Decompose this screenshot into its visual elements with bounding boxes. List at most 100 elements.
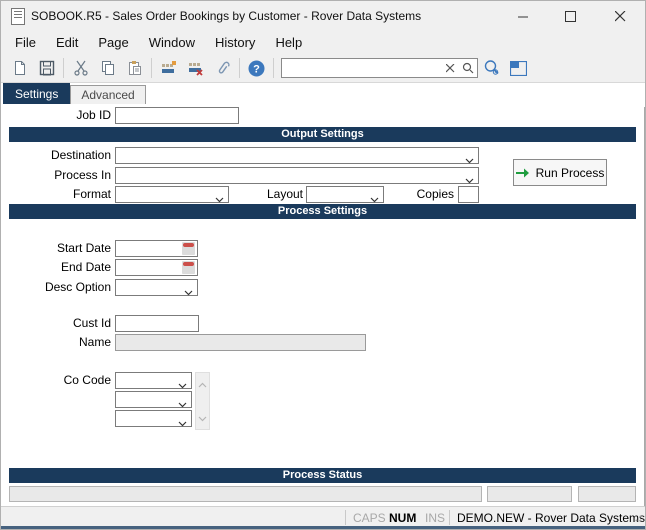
menu-edit[interactable]: Edit: [46, 32, 88, 53]
process-status-field-3: [578, 486, 636, 502]
tab-settings[interactable]: Settings: [3, 83, 71, 104]
new-document-icon: [14, 61, 25, 75]
calendar-icon[interactable]: [182, 261, 195, 274]
help-icon: ?: [248, 60, 265, 76]
connection-info: DEMO.NEW - Rover Data Systems: [457, 511, 646, 525]
attachment-button[interactable]: [209, 56, 236, 80]
maximize-icon: [565, 10, 576, 22]
search-box: [281, 58, 478, 78]
chevron-down-icon: [178, 416, 187, 431]
toolbar: ?: [1, 54, 645, 83]
menu-bar: File Edit Page Window History Help: [1, 31, 645, 54]
statusbar-separator: [449, 510, 450, 525]
client-right-border: [644, 107, 645, 506]
job-id-input[interactable]: [116, 108, 238, 123]
find-view-icon: [484, 60, 499, 75]
search-icon[interactable]: [459, 59, 477, 77]
title-bar: SOBOOK.R5 - Sales Order Bookings by Cust…: [1, 1, 645, 31]
destination-label: Destination: [50, 148, 111, 162]
paste-icon: [128, 61, 141, 75]
resize-grip[interactable]: [633, 513, 642, 527]
process-settings-header: Process Settings: [9, 204, 636, 219]
run-process-label: Run Process: [535, 165, 605, 180]
chevron-down-icon: [184, 285, 193, 300]
cust-id-field[interactable]: [115, 315, 199, 332]
window-bottom-border: [1, 526, 645, 529]
window-panel-button[interactable]: [505, 56, 532, 80]
start-date-label: Start Date: [56, 241, 111, 255]
job-id-field[interactable]: [115, 107, 239, 124]
window-title: SOBOOK.R5 - Sales Order Bookings by Cust…: [31, 9, 422, 23]
job-id-label: Job ID: [76, 108, 111, 122]
process-status-field-main: [9, 486, 482, 502]
delete-record-button[interactable]: [182, 56, 209, 80]
toolbar-separator: [63, 58, 64, 78]
co-code-select-2[interactable]: [115, 391, 192, 408]
new-button[interactable]: [6, 56, 33, 80]
num-indicator: NUM: [389, 511, 417, 525]
chevron-down-icon: [465, 153, 474, 168]
attachment-icon: [218, 61, 230, 74]
scroll-down-icon[interactable]: [198, 409, 207, 427]
output-settings-header: Output Settings: [9, 127, 636, 142]
close-button[interactable]: [594, 1, 645, 31]
desc-option-label: Desc Option: [44, 280, 111, 294]
add-record-button[interactable]: [155, 56, 182, 80]
svg-text:?: ?: [253, 63, 260, 75]
end-date-label: End Date: [60, 260, 111, 274]
tab-settings-label: Settings: [15, 86, 59, 101]
add-record-icon: [161, 61, 176, 73]
process-status-field-2: [487, 486, 572, 502]
layout-label: Layout: [266, 187, 303, 201]
cust-id-input[interactable]: [116, 316, 198, 331]
process-status-header: Process Status: [9, 468, 636, 483]
menu-window[interactable]: Window: [139, 32, 205, 53]
run-arrow-icon: [515, 168, 529, 177]
paste-button[interactable]: [121, 56, 148, 80]
maximize-button[interactable]: [547, 1, 594, 31]
process-in-select[interactable]: [115, 167, 479, 184]
cut-button[interactable]: [67, 56, 94, 80]
copies-input[interactable]: [459, 187, 478, 202]
tab-bar: Settings Advanced: [1, 83, 645, 104]
menu-page[interactable]: Page: [88, 32, 138, 53]
destination-select[interactable]: [115, 147, 479, 164]
end-date-field[interactable]: [115, 259, 198, 276]
save-icon: [39, 60, 54, 76]
name-field: [115, 334, 366, 351]
process-in-label: Process In: [54, 168, 111, 182]
statusbar-separator: [345, 510, 346, 525]
co-code-select-1[interactable]: [115, 372, 192, 389]
copies-field[interactable]: [458, 186, 479, 203]
scroll-up-icon[interactable]: [198, 375, 207, 393]
menu-file[interactable]: File: [5, 32, 46, 53]
ins-indicator: INS: [425, 511, 446, 525]
save-button[interactable]: [33, 56, 60, 80]
find-view-button[interactable]: [478, 56, 505, 80]
copy-button[interactable]: [94, 56, 121, 80]
copies-label: Copies: [416, 187, 454, 201]
menu-history[interactable]: History: [205, 32, 265, 53]
minimize-button[interactable]: [500, 1, 547, 31]
tab-advanced[interactable]: Advanced: [70, 85, 146, 104]
layout-select[interactable]: [306, 186, 384, 203]
start-date-field[interactable]: [115, 240, 198, 257]
cut-icon: [73, 60, 88, 76]
desc-option-select[interactable]: [115, 279, 198, 296]
toolbar-separator: [151, 58, 152, 78]
search-input[interactable]: [282, 60, 441, 76]
search-clear-icon[interactable]: [441, 59, 459, 77]
calendar-icon[interactable]: [182, 242, 195, 255]
help-button[interactable]: ?: [243, 56, 270, 80]
format-label: Format: [72, 187, 111, 201]
format-select[interactable]: [115, 186, 229, 203]
co-code-scrollbar[interactable]: [195, 372, 210, 430]
window-panel-icon: [510, 60, 527, 76]
minimize-icon: [518, 16, 528, 17]
delete-record-icon: [188, 63, 203, 76]
menu-help[interactable]: Help: [265, 32, 312, 53]
caps-indicator: CAPS: [353, 511, 386, 525]
co-code-select-3[interactable]: [115, 410, 192, 427]
run-process-button[interactable]: Run Process: [513, 159, 607, 186]
name-input: [116, 335, 365, 350]
